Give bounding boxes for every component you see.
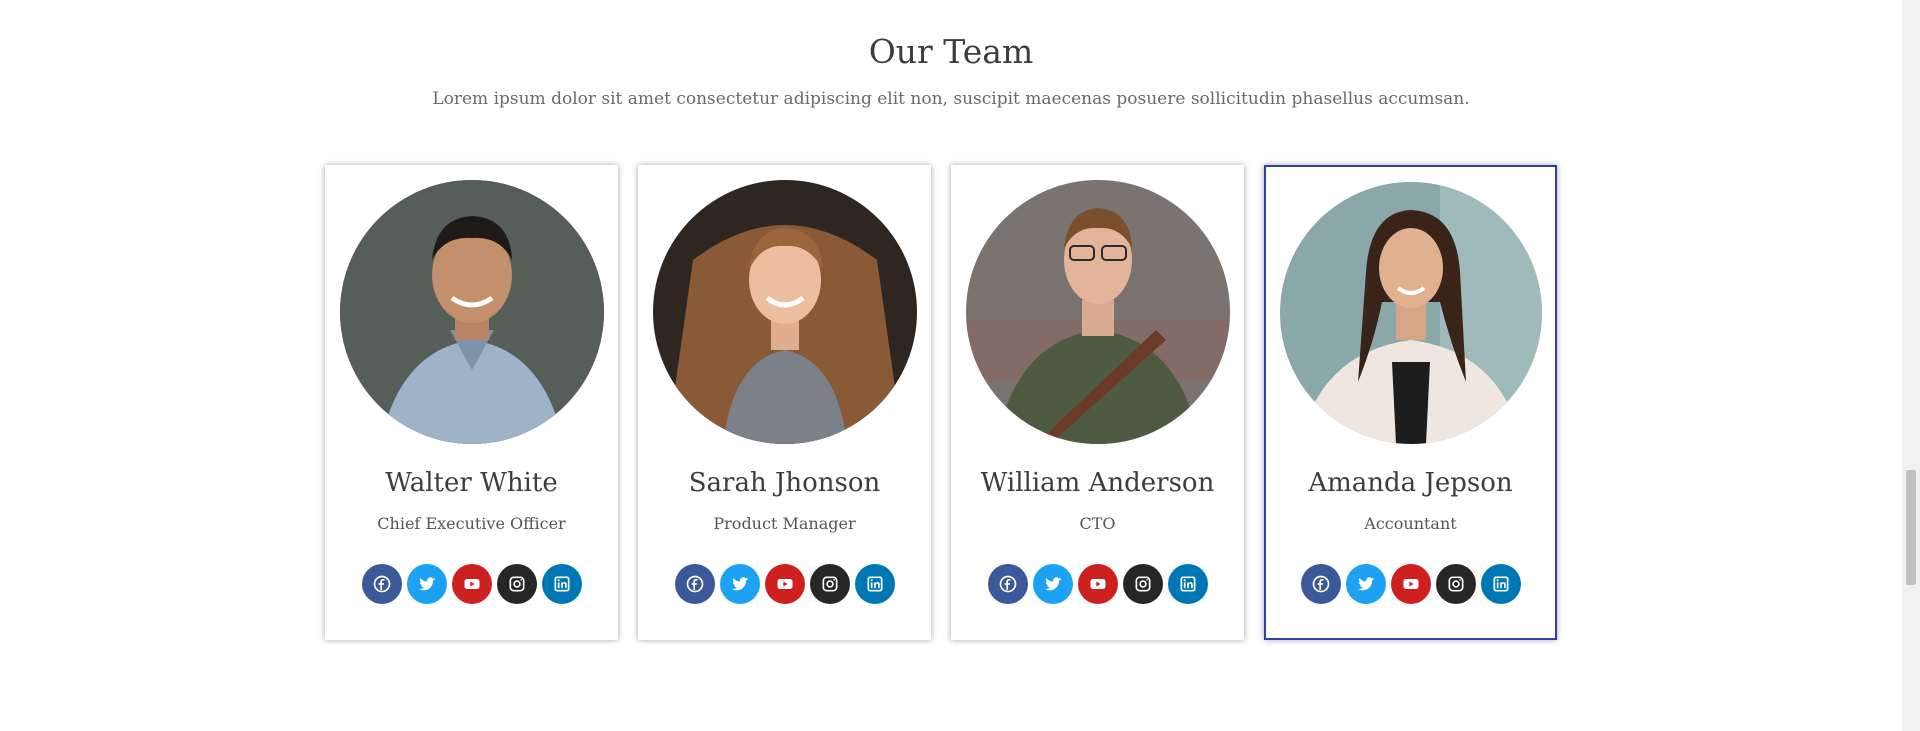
- avatar: [1279, 182, 1542, 444]
- member-role: Chief Executive Officer: [377, 514, 566, 533]
- youtube-icon[interactable]: [1077, 564, 1118, 604]
- team-card-walter-white: Walter White Chief Executive Officer: [325, 165, 618, 640]
- linkedin-icon[interactable]: [1480, 564, 1521, 604]
- social-links: [674, 564, 895, 604]
- avatar: [652, 180, 917, 444]
- member-role: Product Manager: [713, 514, 856, 533]
- facebook-icon[interactable]: [987, 564, 1028, 604]
- linkedin-icon[interactable]: [854, 564, 895, 604]
- instagram-icon[interactable]: [809, 564, 850, 604]
- twitter-icon[interactable]: [406, 564, 447, 604]
- section-subtitle: Lorem ipsum dolor sit amet consectetur a…: [432, 89, 1470, 109]
- section-title: Our Team: [868, 32, 1034, 71]
- linkedin-icon[interactable]: [1167, 564, 1208, 604]
- twitter-icon[interactable]: [1032, 564, 1073, 604]
- member-name: Walter White: [385, 468, 558, 498]
- team-section: Our Team Lorem ipsum dolor sit amet cons…: [0, 0, 1920, 731]
- instagram-icon[interactable]: [1435, 564, 1476, 604]
- member-role: CTO: [1079, 514, 1116, 533]
- team-cards: Walter White Chief Executive Officer Sar…: [325, 165, 1557, 640]
- member-name: Amanda Jepson: [1308, 468, 1513, 498]
- scrollbar-thumb[interactable]: [1906, 470, 1916, 585]
- linkedin-icon[interactable]: [541, 564, 582, 604]
- twitter-icon[interactable]: [719, 564, 760, 604]
- avatar: [965, 180, 1230, 444]
- facebook-icon[interactable]: [674, 564, 715, 604]
- social-links: [987, 564, 1208, 604]
- team-card-amanda-jepson: Amanda Jepson Accountant: [1264, 165, 1557, 640]
- avatar: [339, 180, 604, 444]
- team-card-sarah-jhonson: Sarah Jhonson Product Manager: [638, 165, 931, 640]
- member-name: Sarah Jhonson: [688, 468, 881, 498]
- social-links: [361, 564, 582, 604]
- instagram-icon[interactable]: [1122, 564, 1163, 604]
- instagram-icon[interactable]: [496, 564, 537, 604]
- facebook-icon[interactable]: [1300, 564, 1341, 604]
- youtube-icon[interactable]: [451, 564, 492, 604]
- twitter-icon[interactable]: [1345, 564, 1386, 604]
- social-links: [1300, 564, 1521, 604]
- page-scrollbar[interactable]: [1902, 0, 1920, 731]
- facebook-icon[interactable]: [361, 564, 402, 604]
- team-card-william-anderson: William Anderson CTO: [951, 165, 1244, 640]
- member-role: Accountant: [1364, 514, 1457, 533]
- member-name: William Anderson: [980, 468, 1215, 498]
- youtube-icon[interactable]: [764, 564, 805, 604]
- youtube-icon[interactable]: [1390, 564, 1431, 604]
